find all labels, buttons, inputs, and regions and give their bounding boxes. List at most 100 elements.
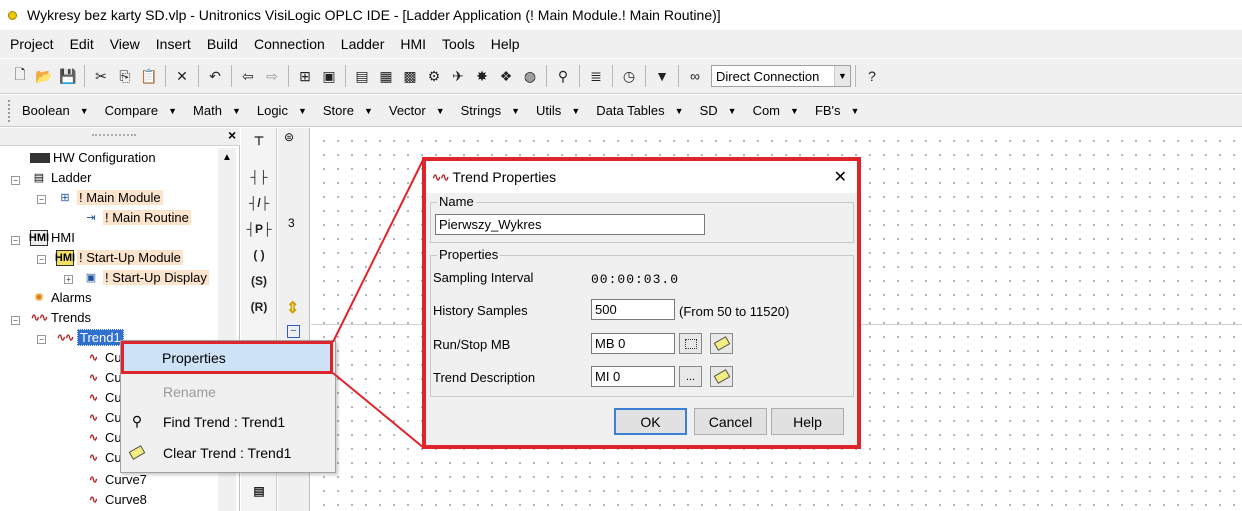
scroll-up-icon[interactable]: ▲ <box>218 152 236 163</box>
tree-item-curve[interactable]: ∿ Cu <box>84 388 122 407</box>
back-arrow-icon[interactable]: ⇦ <box>237 65 259 87</box>
cut-icon[interactable]: ✂ <box>90 65 112 87</box>
collapse-icon[interactable]: − <box>11 176 20 185</box>
tree-item-curve[interactable]: ∿ Cu <box>84 368 122 387</box>
tree-item-trend1[interactable]: ∿∿ Trend1 <box>56 328 124 347</box>
function-block-icon[interactable]: ▤ <box>245 484 273 498</box>
dropdown-data-tables[interactable]: Data Tables ▼ <box>596 103 683 118</box>
trend-name-input[interactable]: Pierwszy_Wykres <box>435 214 705 235</box>
download-icon[interactable]: ▼ <box>651 65 673 87</box>
rung-move-icon[interactable]: ⇕ <box>286 298 299 318</box>
runstop-mb-input[interactable]: MB 0 <box>591 333 675 354</box>
undo-icon[interactable]: ↶ <box>204 65 226 87</box>
dropdown-logic[interactable]: Logic ▼ <box>257 103 307 118</box>
tree-item-curve8[interactable]: ∿ Curve8 <box>84 490 147 509</box>
status-icon[interactable]: ❖ <box>495 65 517 87</box>
dropdown-strings[interactable]: Strings ▼ <box>461 103 520 118</box>
delete-icon[interactable]: ✕ <box>171 65 193 87</box>
tree-item-hw-configuration[interactable]: HW Configuration <box>30 148 156 167</box>
tree-item-trends[interactable]: ∿∿ Trends <box>30 308 91 327</box>
globe-icon[interactable]: ◍ <box>519 65 541 87</box>
collapse-icon[interactable]: − <box>37 255 46 264</box>
description-clear-button[interactable] <box>710 366 733 387</box>
wire-icon[interactable]: ⊤ <box>245 134 273 148</box>
dropdown-vector[interactable]: Vector ▼ <box>389 103 445 118</box>
menu-insert[interactable]: Insert <box>148 36 199 52</box>
dropdown-store[interactable]: Store ▼ <box>323 103 373 118</box>
coil-icon[interactable]: ( ) <box>245 248 273 262</box>
help-pointer-icon[interactable]: ? <box>861 65 883 87</box>
help-button[interactable]: Help <box>771 408 844 435</box>
tree-item-startup-module[interactable]: HMI ! Start-Up Module <box>55 248 183 267</box>
rocket-icon[interactable]: ✈ <box>447 65 469 87</box>
ok-button[interactable]: OK <box>614 408 687 435</box>
ladder-icon[interactable]: ▤ <box>351 65 373 87</box>
no-contact-icon[interactable]: ┤├ <box>245 170 273 184</box>
find-binoculars-icon[interactable]: ⚲ <box>552 65 574 87</box>
tools-icon[interactable]: ⚙ <box>423 65 445 87</box>
tree-item-alarms[interactable]: ✺ Alarms <box>30 288 91 307</box>
menu-build[interactable]: Build <box>199 36 246 52</box>
history-samples-input[interactable]: 500 <box>591 299 675 320</box>
connection-select[interactable]: Direct Connection ▼ <box>711 65 851 87</box>
menu-item-clear-trend[interactable]: Clear Trend : Trend1 <box>123 438 333 467</box>
collapse-icon[interactable]: − <box>37 335 46 344</box>
menu-edit[interactable]: Edit <box>62 36 102 52</box>
dropdown-compare[interactable]: Compare ▼ <box>105 103 177 118</box>
expand-icon[interactable]: + <box>64 275 73 284</box>
menu-project[interactable]: Project <box>2 36 62 52</box>
connection-glasses-icon[interactable]: ∞ <box>684 65 706 87</box>
dropdown-sd[interactable]: SD ▼ <box>700 103 737 118</box>
menu-connection[interactable]: Connection <box>246 36 333 52</box>
menu-tools[interactable]: Tools <box>434 36 483 52</box>
dropdown-fbs[interactable]: FB's ▼ <box>815 103 860 118</box>
tree-item-curve[interactable]: ∿ Cu <box>84 408 122 427</box>
close-icon[interactable]: ✕ <box>834 167 847 187</box>
hmi-icon[interactable]: ▦ <box>375 65 397 87</box>
display-icon[interactable]: ▣ <box>318 65 340 87</box>
tree-item-main-routine[interactable]: ⇥ ! Main Routine <box>82 208 191 227</box>
menu-view[interactable]: View <box>102 36 148 52</box>
open-folder-icon[interactable]: 📂 <box>33 65 55 87</box>
bulb-icon[interactable]: ✸ <box>471 65 493 87</box>
tree-item-ladder[interactable]: ▤ Ladder <box>30 168 92 187</box>
copy-icon[interactable]: ⎘ <box>114 65 136 87</box>
reset-coil-icon[interactable]: (R) <box>245 300 273 314</box>
tree-item-curve[interactable]: ∿ Cu <box>84 348 122 367</box>
clock-icon[interactable]: ◷ <box>618 65 640 87</box>
memory-icon[interactable]: ▩ <box>399 65 421 87</box>
panel-grip[interactable] <box>92 134 136 136</box>
runstop-browse-button[interactable] <box>679 333 702 354</box>
stack-icon[interactable]: ≣ <box>585 65 607 87</box>
menu-ladder[interactable]: Ladder <box>333 36 393 52</box>
collapse-icon[interactable]: − <box>37 195 46 204</box>
forward-arrow-icon[interactable]: ⇨ <box>261 65 283 87</box>
menu-hmi[interactable]: HMI <box>392 36 434 52</box>
runstop-clear-button[interactable] <box>710 333 733 354</box>
toolbar-grip[interactable] <box>8 99 12 122</box>
collapse-icon[interactable]: − <box>11 236 20 245</box>
dropdown-math[interactable]: Math ▼ <box>193 103 241 118</box>
menu-help[interactable]: Help <box>483 36 528 52</box>
dropdown-com[interactable]: Com ▼ <box>753 103 799 118</box>
description-browse-button[interactable]: ... <box>679 366 702 387</box>
chevron-down-icon[interactable]: ▼ <box>834 66 850 86</box>
trend-description-input[interactable]: MI 0 <box>591 366 675 387</box>
rung-collapse-button[interactable]: − <box>287 325 300 338</box>
tree-icon[interactable]: ⊞ <box>294 65 316 87</box>
collapse-icon[interactable]: − <box>11 316 20 325</box>
dropdown-utils[interactable]: Utils ▼ <box>536 103 580 118</box>
tree-item-startup-display[interactable]: ▣ ! Start-Up Display <box>82 268 209 287</box>
nc-contact-icon[interactable]: ┤/├ <box>245 196 273 210</box>
paste-icon[interactable]: 📋 <box>138 65 160 87</box>
tree-item-main-module[interactable]: ⊞ ! Main Module <box>56 188 163 207</box>
menu-item-properties[interactable]: Properties <box>121 341 333 374</box>
cancel-button[interactable]: Cancel <box>694 408 767 435</box>
tree-item-hmi[interactable]: HMI HMI <box>29 228 75 247</box>
set-coil-icon[interactable]: (S) <box>245 274 273 288</box>
save-icon[interactable]: 💾 <box>57 65 79 87</box>
new-file-icon[interactable]: 🗋 <box>9 65 31 87</box>
pulse-contact-icon[interactable]: ┤P├ <box>245 222 273 236</box>
tree-item-curve[interactable]: ∿ Cu <box>84 448 122 467</box>
menu-item-find-trend[interactable]: ⚲ Find Trend : Trend1 <box>123 407 333 436</box>
